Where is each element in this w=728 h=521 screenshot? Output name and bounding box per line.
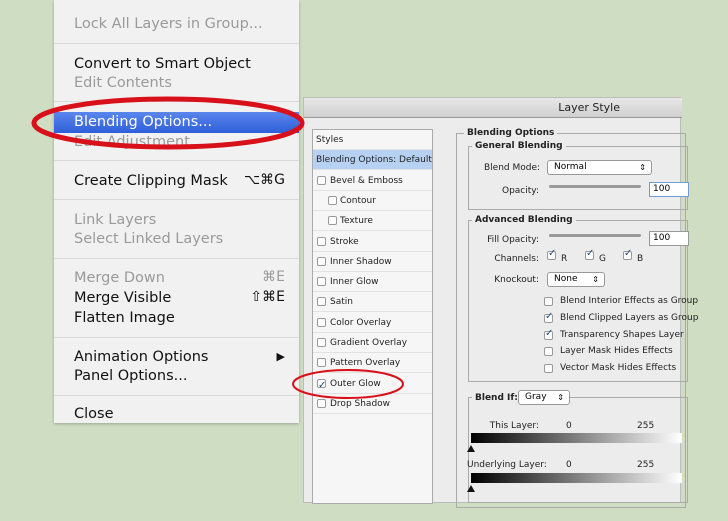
- highlight-ellipse-outer-glow: [292, 369, 404, 399]
- annotation-overlay: [31, 96, 404, 399]
- highlight-ellipse-blending-options: [31, 96, 305, 150]
